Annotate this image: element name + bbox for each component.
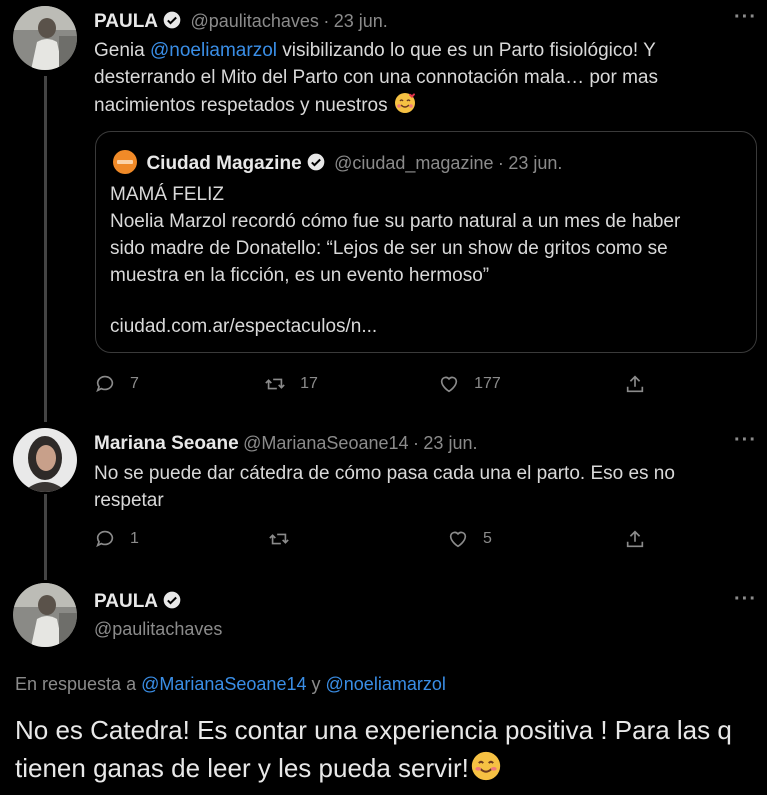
retweet-icon [265, 378, 285, 390]
tweet1-text: Genia @noeliamarzol visibilizando lo que… [94, 37, 734, 119]
retweet-count: 17 [300, 375, 318, 392]
tweet2-name[interactable]: Mariana Seoane [94, 433, 239, 454]
quote-link[interactable]: ciudad.com.ar/espectaculos/n... [110, 313, 377, 340]
tweet1-date[interactable]: 23 jun. [334, 11, 388, 31]
tweet3-name[interactable]: PAULA [94, 591, 158, 612]
share-icon [626, 375, 644, 393]
tweet2-header: Mariana Seoane @MarianaSeoane14 · 23 jun… [94, 433, 477, 455]
reply-icon [96, 375, 114, 393]
tweet2-date[interactable]: 23 jun. [423, 433, 477, 453]
tweet1-text-pre: Genia [94, 40, 150, 61]
avatar-paula-main[interactable] [13, 583, 77, 647]
replying-prefix: En respuesta a [15, 674, 137, 694]
tweet1-name[interactable]: PAULA [94, 11, 158, 32]
verified-icon [307, 153, 324, 171]
verified-icon [163, 11, 181, 29]
dot-separator: · [323, 11, 330, 31]
replying-user-2[interactable]: @noeliamarzol [326, 674, 446, 694]
quote-header: Ciudad Magazine @ciudad_magazine · 23 ju… [112, 149, 562, 175]
tweet1-mention[interactable]: @noeliamarzol [150, 40, 277, 61]
heart-icon [449, 531, 467, 548]
quote-title: MAMÁ FELIZ [110, 184, 225, 205]
tweet2-handle[interactable]: @MarianaSeoane14 [243, 433, 408, 453]
tweet3-text: No es Catedra! Es contar una experiencia… [15, 711, 750, 787]
reply-button[interactable]: 1 [94, 528, 268, 550]
avatar-mariana[interactable] [13, 428, 77, 492]
quote-handle: @ciudad_magazine [334, 153, 494, 173]
tweet1-more-icon[interactable]: ··· [734, 6, 757, 29]
heart-icon [440, 376, 458, 393]
reply-count: 7 [130, 375, 139, 392]
tweet2-more-icon[interactable]: ··· [734, 429, 757, 452]
retweet-icon [269, 533, 289, 545]
quote-body: Noelia Marzol recordó cómo fue su parto … [110, 211, 681, 286]
tweet3-name-row: PAULA [94, 590, 182, 613]
tweet1-actions: 7 17 177 [94, 373, 660, 395]
dot-separator: · [497, 153, 504, 173]
ciudad-magazine-logo-icon [113, 150, 137, 174]
like-count: 5 [483, 530, 492, 547]
tweet3-more-icon[interactable]: ··· [734, 588, 757, 611]
replying-user-1[interactable]: @MarianaSeoane14 [141, 674, 306, 694]
thread-line-2 [44, 494, 47, 580]
quote-name[interactable]: Ciudad Magazine [146, 153, 301, 174]
verified-icon [163, 591, 181, 609]
smiling-face-with-hearts-icon [394, 93, 415, 113]
retweet-button[interactable]: 17 [264, 373, 438, 395]
tweet1-handle[interactable]: @paulitachaves [191, 11, 319, 31]
tweet1-header: PAULA @paulitachaves · 23 jun. [94, 10, 388, 33]
quoted-tweet[interactable]: Ciudad Magazine @ciudad_magazine · 23 ju… [95, 131, 757, 353]
like-count: 177 [474, 375, 501, 392]
share-button[interactable] [624, 373, 660, 395]
reply-count: 1 [130, 530, 139, 547]
tweet2-actions: 1 5 [94, 528, 660, 550]
like-button[interactable]: 177 [438, 373, 624, 395]
quote-date: 23 jun. [508, 153, 563, 173]
replying-to: En respuesta a @MarianaSeoane14 y @noeli… [15, 674, 446, 695]
dot-separator: · [412, 433, 419, 453]
retweet-button[interactable] [268, 528, 447, 550]
thread-line [44, 76, 47, 422]
tweet3-text-body: No es Catedra! Es contar una experiencia… [15, 715, 732, 783]
smiling-face-with-smiling-eyes-icon [471, 751, 501, 781]
reply-icon [96, 530, 114, 548]
avatar-paula[interactable] [13, 6, 77, 70]
replying-and: y [311, 674, 321, 694]
tweet2-text: No se puede dar cátedra de cómo pasa cad… [94, 463, 675, 511]
tweet3-handle[interactable]: @paulitachaves [94, 619, 222, 640]
reply-button[interactable]: 7 [94, 373, 264, 395]
share-button[interactable] [624, 528, 660, 550]
share-icon [626, 530, 644, 548]
like-button[interactable]: 5 [447, 528, 624, 550]
